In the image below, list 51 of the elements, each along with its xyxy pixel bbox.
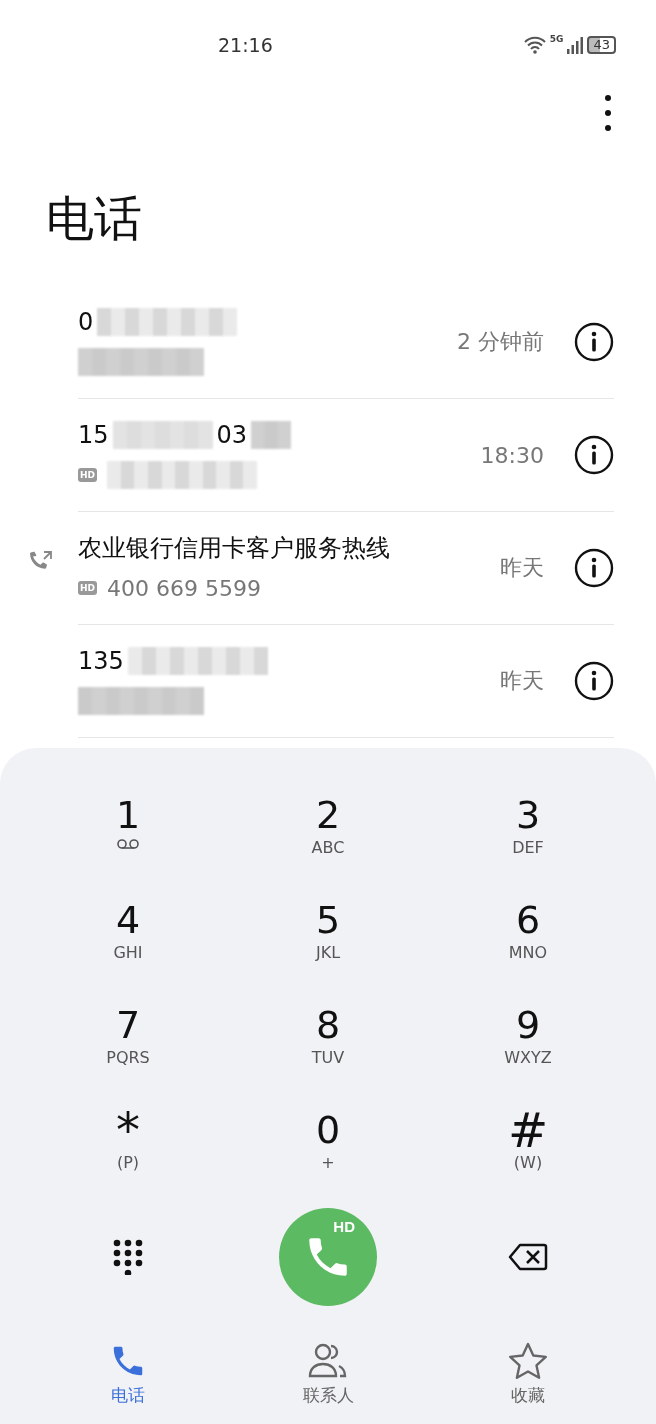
- backspace-button[interactable]: [508, 1243, 548, 1271]
- dial-key[interactable]: 2 ABC: [228, 792, 428, 883]
- info-icon[interactable]: [574, 435, 614, 475]
- call-time: 18:30: [480, 442, 544, 468]
- call-log-row[interactable]: 农业银行信用卡客户服务热线 HD 400 669 5599 昨天: [78, 512, 614, 625]
- pixelated-redaction: [251, 421, 292, 449]
- nav-tab[interactable]: 联系人: [302, 1342, 354, 1407]
- wifi-icon: [523, 36, 546, 54]
- more-menu-icon[interactable]: [604, 94, 612, 132]
- nav-tab[interactable]: 电话: [109, 1342, 147, 1407]
- call-log-row[interactable]: 0 2 分钟前: [78, 286, 614, 399]
- battery-level: 43: [587, 36, 616, 54]
- backspace-icon: [508, 1243, 548, 1271]
- network-label: 5G: [549, 34, 564, 44]
- star-icon: [508, 1342, 548, 1380]
- hd-badge: HD: [78, 581, 97, 595]
- hd-badge: HD: [78, 468, 97, 482]
- dial-key[interactable]: 5 JKL: [228, 897, 428, 988]
- caller-name: 03: [216, 421, 248, 449]
- page-title: 电话: [46, 189, 143, 248]
- signal-icon: [567, 36, 584, 54]
- dial-key[interactable]: # (W): [428, 1107, 628, 1198]
- info-icon[interactable]: [574, 548, 614, 588]
- info-icon[interactable]: [574, 322, 614, 362]
- dial-key[interactable]: 6 MNO: [428, 897, 628, 988]
- voicemail-icon: [116, 838, 140, 850]
- phone-number: 400 669 5599: [107, 575, 261, 601]
- caller-name: 15: [78, 421, 109, 449]
- status-time: 21:16: [218, 33, 273, 58]
- dialpad-icon: [113, 1239, 143, 1275]
- dial-key[interactable]: 0 +: [228, 1107, 428, 1198]
- contacts-icon: [307, 1342, 349, 1380]
- dialpad-toggle-button[interactable]: [113, 1239, 143, 1275]
- dial-key[interactable]: 9 WXYZ: [428, 1002, 628, 1093]
- dial-key[interactable]: 3 DEF: [428, 792, 628, 883]
- dial-key[interactable]: 8 TUV: [228, 1002, 428, 1093]
- dial-key[interactable]: * (P): [28, 1107, 228, 1198]
- hd-label: HD: [333, 1218, 355, 1235]
- call-log-row[interactable]: 15 03 HD 18:30: [78, 399, 614, 512]
- dial-key[interactable]: 4 GHI: [28, 897, 228, 988]
- info-icon[interactable]: [574, 661, 614, 701]
- nav-tab[interactable]: 收藏: [508, 1342, 548, 1407]
- caller-name: 0: [78, 308, 94, 336]
- dial-key[interactable]: 7 PQRS: [28, 1002, 228, 1093]
- call-time: 昨天: [500, 554, 544, 582]
- caller-name: 农业银行信用卡客户服务热线: [78, 533, 390, 564]
- caller-name: 135: [78, 647, 124, 675]
- call-time: 昨天: [500, 667, 544, 695]
- call-time: 2 分钟前: [457, 328, 544, 356]
- dial-key[interactable]: 1: [28, 792, 228, 883]
- call-log-row[interactable]: 135 昨天: [78, 625, 614, 738]
